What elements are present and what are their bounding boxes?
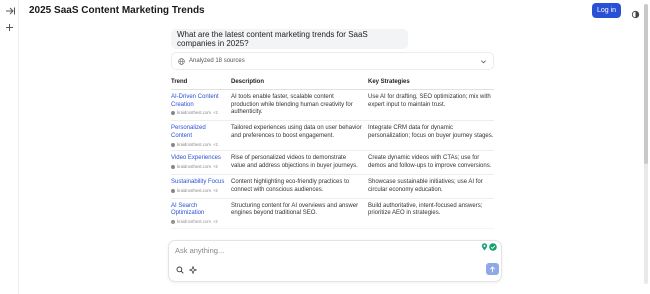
location-pin-icon[interactable] [481, 243, 488, 251]
source-count: +2 [212, 110, 218, 116]
trends-table: Trend Description Key Strategies AI-Driv… [171, 79, 494, 229]
strategies-cell: Integrate CRM data for dynamic personali… [368, 120, 494, 152]
column-header: Description [231, 79, 368, 90]
trend-link[interactable]: Personalized Content [171, 125, 227, 141]
column-header: Key Strategies [368, 79, 494, 90]
sources-dropdown[interactable]: Analyzed 18 sources [171, 52, 494, 70]
trend-link[interactable]: AI-Driven Content Creation [171, 94, 227, 110]
source-favicon-icon [171, 111, 175, 116]
page-title: 2025 SaaS Content Marketing Trends [29, 5, 205, 16]
source-citation[interactable]: kraidrosthest.com+2 [171, 142, 227, 148]
user-question: What are the latest content marketing tr… [171, 29, 408, 49]
source-favicon-icon [171, 188, 175, 193]
content-fade [160, 220, 505, 242]
table-row: Sustainability Focus kraidrosthest.com +2 C… [171, 174, 494, 199]
extension-icons [481, 243, 497, 251]
sidebar [0, 0, 19, 294]
grammar-extension-icon[interactable] [489, 243, 497, 251]
new-chat-plus-icon[interactable] [4, 22, 15, 33]
table-row: Video Experiences kraidrosthest.com +2 Rise… [171, 150, 494, 175]
source-count: +2 [212, 141, 218, 147]
description-cell: Content highlighting eco-friendly practi… [231, 174, 368, 199]
source-citation[interactable]: kraidrosthest.com+2 [171, 110, 227, 116]
source-domain: kraidrosthest.com [177, 110, 211, 116]
source-count: +2 [212, 164, 218, 170]
globe-icon [178, 57, 185, 65]
sparkle-icon[interactable] [187, 264, 198, 275]
expand-sidebar-icon[interactable] [4, 5, 15, 16]
trend-link[interactable]: AI Search Optimization [171, 203, 227, 219]
description-cell: Tailored experiences using data on user … [231, 120, 368, 152]
theme-toggle-icon[interactable] [631, 6, 640, 19]
source-favicon-icon [171, 142, 175, 147]
arrow-up-icon [489, 265, 496, 272]
send-button[interactable] [486, 263, 499, 275]
column-header: Trend [171, 79, 231, 90]
description-cell: AI tools enable faster, scalable content… [231, 89, 368, 122]
ask-input[interactable] [175, 244, 465, 256]
trend-cell: Personalized Content kraidrosthest.com +2 [171, 120, 231, 152]
trend-link[interactable]: Sustainability Focus [171, 179, 227, 187]
source-citation[interactable]: kraidrosthest.com+2 [171, 188, 227, 194]
strategies-cell: Use AI for drafting, SEO optimization; m… [368, 89, 494, 122]
description-cell: Rise of personalized videos to demonstra… [231, 150, 368, 175]
strategies-cell: Create dynamic videos with CTAs; use for… [368, 150, 494, 175]
trend-cell: Sustainability Focus kraidrosthest.com +2 [171, 174, 231, 199]
scrollbar-thumb[interactable] [644, 4, 648, 164]
source-favicon-icon [171, 164, 175, 169]
source-citation[interactable]: kraidrosthest.com+2 [171, 164, 227, 170]
strategies-cell: Showcase sustainable initiatives; use AI… [368, 174, 494, 199]
source-domain: kraidrosthest.com [177, 187, 211, 193]
source-domain: kraidrosthest.com [177, 164, 211, 170]
trend-link[interactable]: Video Experiences [171, 155, 227, 163]
search-icon[interactable] [174, 264, 185, 275]
trend-cell: Video Experiences kraidrosthest.com +2 [171, 150, 231, 175]
login-button[interactable]: Log in [592, 3, 621, 18]
trend-cell: AI-Driven Content Creation kraidrosthest.… [171, 89, 231, 122]
source-count: +2 [212, 187, 218, 193]
table-row: AI-Driven Content Creation kraidrosthest.… [171, 89, 494, 122]
sources-label: Analyzed 18 sources [189, 58, 245, 64]
table-header-row: Trend Description Key Strategies [171, 79, 494, 90]
table-row: Personalized Content kraidrosthest.com +2 T… [171, 120, 494, 152]
message-composer [168, 240, 502, 282]
source-domain: kraidrosthest.com [177, 141, 211, 147]
chevron-down-icon [481, 60, 486, 64]
page-scrollbar[interactable] [644, 4, 648, 284]
